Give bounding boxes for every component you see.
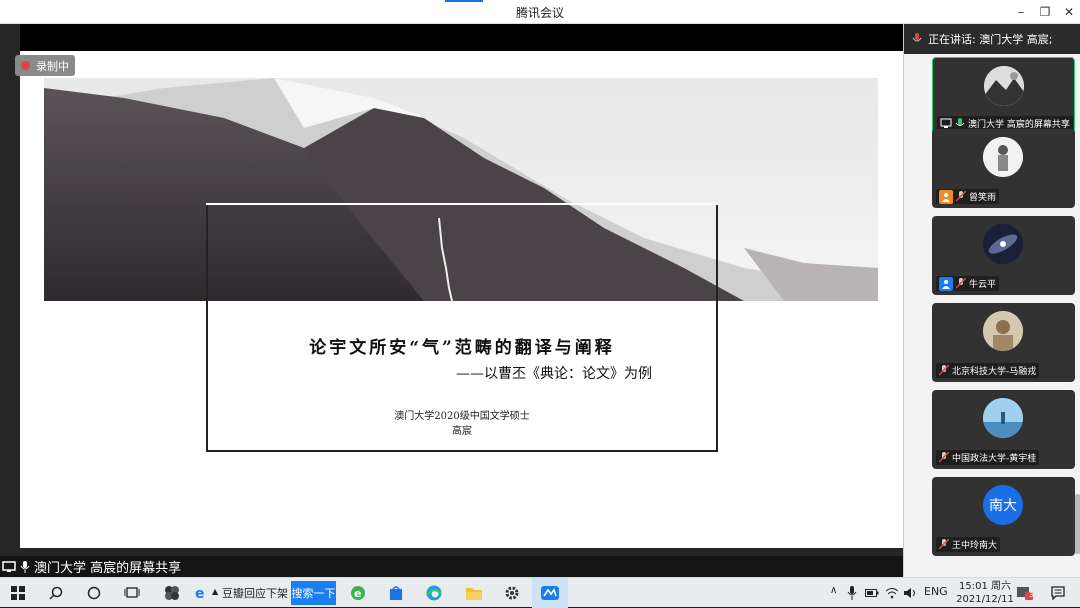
speaking-indicator: 正在讲话: 澳门大学 高宸; bbox=[904, 24, 1080, 54]
screen-share-icon bbox=[2, 560, 16, 572]
mic-muted-icon bbox=[939, 452, 949, 463]
avatar bbox=[983, 398, 1023, 438]
mic-icon bbox=[20, 560, 30, 573]
store-icon[interactable] bbox=[378, 578, 414, 608]
participant-name-bar: 牛云平 bbox=[936, 276, 1000, 291]
wifi-icon[interactable] bbox=[882, 578, 902, 608]
user-icon bbox=[939, 276, 953, 291]
participant-tile[interactable]: 曾笑雨 bbox=[932, 129, 1075, 208]
settings-gear-icon[interactable] bbox=[494, 578, 530, 608]
taskbar: e ▲ 豆瓣回应下架 搜索一下 e ∧ ENG 15:01 周六 2021/12… bbox=[0, 577, 1080, 608]
mic-muted-icon bbox=[939, 539, 949, 550]
search-icon[interactable] bbox=[38, 578, 74, 608]
mic-muted-icon bbox=[939, 365, 949, 376]
task-view-icon[interactable] bbox=[114, 578, 150, 608]
360-browser-icon[interactable]: e bbox=[340, 578, 376, 608]
ie-browser-icon[interactable]: e bbox=[194, 578, 210, 608]
expand-arrow-icon: ▲ bbox=[212, 587, 219, 596]
participant-name-bar: 王中玲南大 bbox=[936, 537, 1001, 552]
slide-subtitle: ——以曹丕《典论：论文》为例 bbox=[456, 366, 652, 382]
pinned-app-icon[interactable] bbox=[154, 578, 190, 608]
participant-tile[interactable]: 北京科技大学-马融戎 bbox=[932, 303, 1075, 382]
participant-name-bar: 曾笑雨 bbox=[936, 189, 1000, 204]
action-center-icon[interactable] bbox=[1040, 578, 1076, 608]
slide-author-affiliation: 澳门大学2020级中国文学硕士 bbox=[394, 411, 530, 422]
record-dot-icon bbox=[21, 61, 30, 70]
cortana-icon[interactable] bbox=[76, 578, 112, 608]
share-caption-bar: 澳门大学 高宸的屏幕共享 bbox=[0, 556, 903, 577]
avatar bbox=[983, 137, 1023, 177]
mic-muted-icon bbox=[956, 191, 966, 202]
restore-button[interactable]: ❐ bbox=[1032, 0, 1058, 24]
slide-author-name: 高宸 bbox=[452, 426, 472, 437]
slide-text-area: 论宇文所安“气”范畴的翻译与阐释 ——以曹丕《典论：论文》为例 澳门大学2020… bbox=[206, 203, 718, 452]
speaking-text: 正在讲话: 澳门大学 高宸; bbox=[928, 33, 1053, 46]
user-icon bbox=[939, 189, 953, 204]
title-accent bbox=[445, 0, 483, 2]
avatar bbox=[983, 311, 1023, 351]
svg-text:e: e bbox=[195, 586, 205, 601]
windows-start-icon[interactable] bbox=[0, 578, 36, 608]
participant-name: 北京科技大学-马融戎 bbox=[952, 367, 1037, 377]
notification-badge-icon[interactable]: 3 bbox=[1012, 578, 1038, 608]
participant-name: 王中玲南大 bbox=[952, 541, 998, 551]
slide-top-bar bbox=[20, 24, 903, 51]
participant-tile[interactable]: 中国政法大学-黄宇桂 bbox=[932, 390, 1075, 469]
screen-share-icon bbox=[940, 118, 952, 128]
participant-name: 牛云平 bbox=[969, 280, 997, 290]
browser-tab-title[interactable]: 豆瓣回应下架 bbox=[222, 585, 288, 601]
speaking-mic-icon bbox=[912, 33, 922, 42]
window-title: 腾讯会议 bbox=[515, 6, 564, 20]
participant-name: 中国政法大学-黄宇桂 bbox=[952, 454, 1037, 464]
slide-title: 论宇文所安“气”范畴的翻译与阐释 bbox=[309, 338, 615, 358]
tray-mic-icon[interactable] bbox=[842, 578, 862, 608]
title-bar: 腾讯会议 – ❐ ✕ bbox=[0, 0, 1080, 24]
notification-count: 3 bbox=[1029, 591, 1034, 599]
participant-tile[interactable]: 澳门大学 高宸的屏幕共享 bbox=[932, 57, 1075, 136]
participant-name-bar: 中国政法大学-黄宇桂 bbox=[936, 450, 1040, 465]
svg-text:e: e bbox=[354, 587, 361, 600]
participant-panel: 正在讲话: 澳门大学 高宸; 澳门大学 高宸的屏幕共享 曾笑雨 牛云平 北京科技… bbox=[903, 24, 1080, 577]
mic-on-icon bbox=[955, 118, 965, 126]
participant-name: 曾笑雨 bbox=[969, 193, 997, 203]
avatar bbox=[983, 224, 1023, 264]
participant-tile[interactable]: 南大 王中玲南大 bbox=[932, 477, 1075, 556]
avatar: 南大 bbox=[983, 485, 1023, 525]
participant-tile[interactable]: 牛云平 bbox=[932, 216, 1075, 295]
close-button[interactable]: ✕ bbox=[1056, 0, 1080, 24]
file-explorer-icon[interactable] bbox=[456, 578, 492, 608]
minimize-button[interactable]: – bbox=[1008, 0, 1034, 24]
recording-badge[interactable]: 录制中 bbox=[15, 55, 75, 76]
tray-expand-icon[interactable]: ∧ bbox=[830, 585, 837, 596]
panel-scrollbar[interactable] bbox=[1075, 494, 1080, 554]
search-button[interactable]: 搜索一下 bbox=[291, 581, 336, 605]
tencent-meeting-icon[interactable] bbox=[532, 578, 568, 608]
avatar bbox=[984, 66, 1024, 106]
edge-browser-icon[interactable] bbox=[416, 578, 452, 608]
participant-name-bar: 北京科技大学-马融戎 bbox=[936, 363, 1040, 378]
battery-icon[interactable] bbox=[862, 578, 882, 608]
share-caption-text: 澳门大学 高宸的屏幕共享 bbox=[34, 561, 182, 576]
recording-label: 录制中 bbox=[36, 59, 69, 73]
volume-icon[interactable] bbox=[900, 578, 920, 608]
mic-muted-icon bbox=[956, 278, 966, 289]
